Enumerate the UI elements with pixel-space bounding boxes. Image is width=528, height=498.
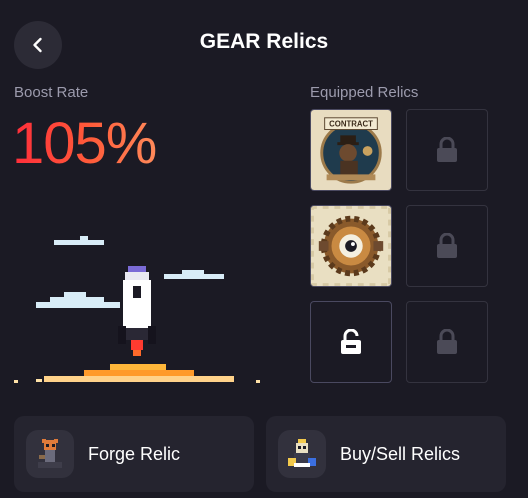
- relic-slot-5[interactable]: [310, 301, 392, 383]
- contract-relic-text: CONTRACT: [329, 120, 373, 129]
- lock-icon: [437, 329, 457, 354]
- relic-slot-2[interactable]: [406, 109, 488, 191]
- cloud-icon: [54, 236, 104, 245]
- boost-rate-label: Boost Rate: [14, 84, 89, 101]
- market-icon: [278, 430, 326, 478]
- relic-slot-3[interactable]: [310, 205, 392, 287]
- forge-icon: [26, 430, 74, 478]
- relic-slot-4[interactable]: [406, 205, 488, 287]
- gear-eye-relic-icon: [311, 206, 391, 286]
- page-title: GEAR Relics: [199, 30, 329, 53]
- rocket-icon: [118, 266, 156, 356]
- relic-slot-1[interactable]: CONTRACT: [310, 109, 392, 191]
- relic-slot-6[interactable]: [406, 301, 488, 383]
- unlock-icon: [341, 329, 361, 354]
- exhaust-flame-icon: [14, 364, 260, 383]
- cloud-icon: [36, 292, 120, 308]
- forge-relic-label: Forge Relic: [88, 443, 181, 464]
- boost-rate-value: 105%: [12, 111, 157, 176]
- rocket-launch-illustration: [14, 236, 260, 383]
- forge-relic-button[interactable]: Forge Relic: [14, 416, 254, 492]
- contract-relic-icon: CONTRACT: [311, 110, 391, 190]
- buy-sell-relics-label: Buy/Sell Relics: [340, 443, 461, 464]
- equipped-relics-label: Equipped Relics: [310, 84, 419, 101]
- cloud-icon: [164, 270, 224, 279]
- lock-icon: [437, 137, 457, 162]
- buy-sell-relics-button[interactable]: Buy/Sell Relics: [266, 416, 506, 492]
- lock-icon: [437, 233, 457, 258]
